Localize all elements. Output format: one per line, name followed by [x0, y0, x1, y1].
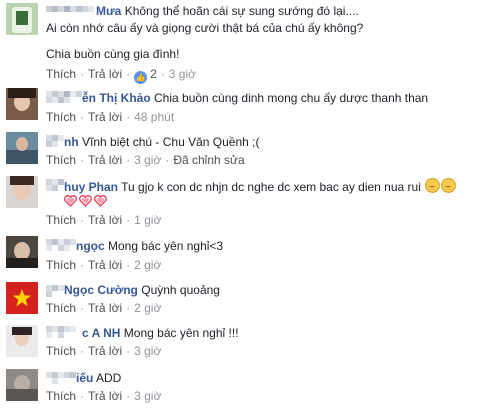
heart-row [64, 195, 109, 209]
reaction-count[interactable]: 2 [150, 67, 157, 81]
commenter-avatar[interactable] [6, 176, 38, 208]
crying-emoji-icon [441, 178, 457, 193]
commenter-name[interactable]: ngọc [76, 239, 105, 253]
timestamp[interactable]: 1 giờ [134, 213, 161, 227]
timestamp[interactable]: 48 phút [134, 110, 174, 124]
commenter-avatar[interactable] [6, 88, 38, 120]
reply-link[interactable]: Trả lời [88, 389, 122, 403]
comment-text: Quỳnh quoảng [141, 283, 220, 297]
name-pixelated [46, 285, 64, 297]
like-bubble-icon: 👍 [134, 71, 148, 84]
commenter-name[interactable]: ễn Thị Khảo [82, 91, 151, 105]
commenter-name[interactable]: Mưa [96, 4, 121, 18]
comment-text-line: Ai còn nhớ câu ấy và giọng cười thật bá … [46, 21, 364, 35]
heart-icon [79, 195, 92, 207]
comment-text-line: Chia buồn cùng gia đình! [46, 47, 180, 61]
commenter-name[interactable]: nh [64, 135, 79, 149]
name-pixelated [46, 91, 82, 103]
comment-text-line: Không thể hoãn cái sự sung sướng đó lại.… [124, 4, 359, 18]
reply-link[interactable]: Trả lời [88, 67, 122, 81]
star-icon [13, 289, 31, 307]
like-link[interactable]: Thích [46, 344, 76, 358]
comment-text: Chia buồn cùng dinh mong chu ấy dược tha… [154, 91, 429, 105]
reply-link[interactable]: Trả lời [88, 344, 122, 358]
name-pixelated [46, 326, 82, 338]
name-pixelated [46, 372, 76, 384]
commenter-name[interactable]: c A NH [82, 326, 120, 340]
crying-emoji-icon [425, 178, 441, 193]
like-link[interactable]: Thích [46, 213, 76, 227]
timestamp[interactable]: 3 giờ [134, 389, 161, 403]
edited-link[interactable]: Đã chỉnh sửa [173, 153, 244, 167]
commenter-avatar[interactable] [6, 369, 38, 401]
name-pixelated [46, 239, 76, 251]
commenter-avatar[interactable] [6, 236, 38, 268]
timestamp[interactable]: 2 giờ [134, 301, 161, 315]
name-pixelated [46, 135, 64, 147]
timestamp[interactable]: 3 giờ [134, 153, 161, 167]
reply-link[interactable]: Trả lời [88, 301, 122, 315]
commenter-avatar[interactable] [6, 325, 38, 357]
comment-text: ADD [96, 371, 122, 385]
heart-icon [94, 195, 107, 207]
like-link[interactable]: Thích [46, 389, 76, 403]
reply-link[interactable]: Trả lời [88, 213, 122, 227]
reply-link[interactable]: Trả lời [88, 258, 122, 272]
comment-text: Mong bác yên nghỉ !!! [123, 326, 239, 340]
comment-text: Mong bác yên nghỉ<3 [108, 239, 224, 253]
reply-link[interactable]: Trả lời [88, 110, 122, 124]
timestamp[interactable]: 2 giờ [134, 258, 161, 272]
commenter-avatar[interactable] [6, 132, 38, 164]
commenter-name[interactable]: iếu [76, 371, 93, 385]
commenter-name[interactable]: Ngọc Cường [64, 283, 138, 297]
name-pixelated [46, 6, 94, 16]
commenter-avatar[interactable] [6, 282, 38, 314]
like-link[interactable]: Thích [46, 110, 76, 124]
timestamp[interactable]: 3 giờ [169, 67, 196, 81]
timestamp[interactable]: 3 giờ [134, 344, 161, 358]
comment-text: Tu gjo k con dc nhjn dc nghe dc xem bac … [121, 180, 421, 194]
like-link[interactable]: Thích [46, 301, 76, 315]
name-pixelated [46, 179, 64, 191]
commenter-name[interactable]: huy Phan [64, 180, 118, 194]
heart-icon [64, 195, 77, 207]
comment-text: Vĩnh biệt chú - Chu Văn Quềnh ;( [82, 135, 260, 149]
commenter-avatar[interactable] [6, 3, 38, 35]
like-link[interactable]: Thích [46, 258, 76, 272]
like-link[interactable]: Thích [46, 67, 76, 81]
like-link[interactable]: Thích [46, 153, 76, 167]
reply-link[interactable]: Trả lời [88, 153, 122, 167]
